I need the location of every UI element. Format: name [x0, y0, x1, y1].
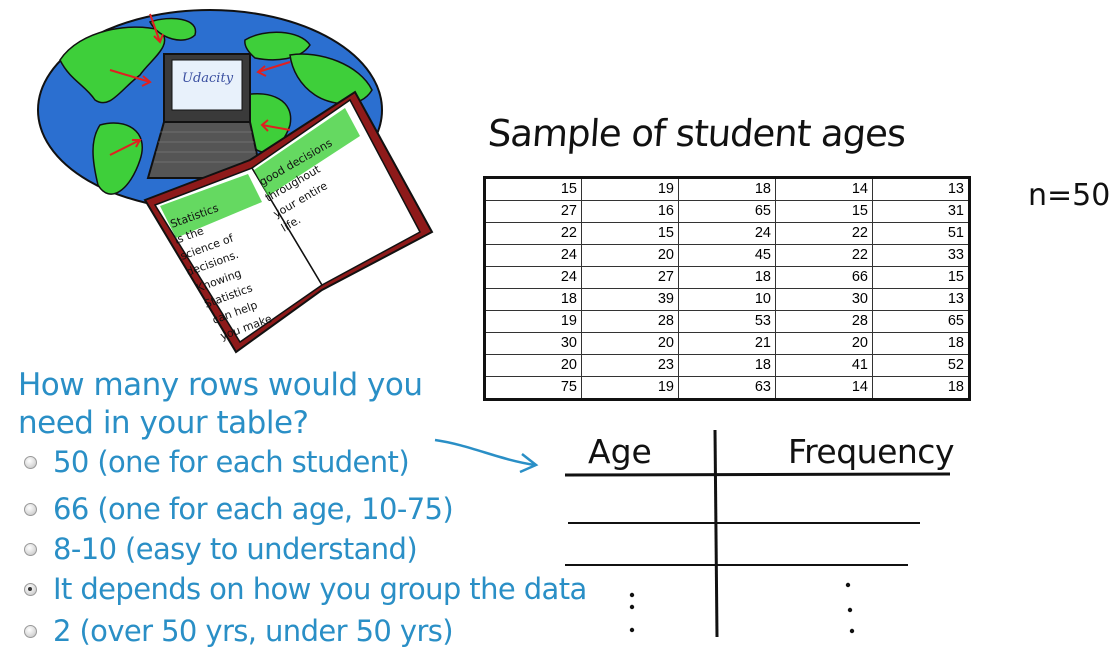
- option-label: It depends on how you group the data: [53, 572, 587, 606]
- table-cell: 22: [484, 222, 582, 245]
- radio-button[interactable]: [24, 502, 37, 516]
- table-cell: 10: [678, 288, 776, 311]
- table-cell: 30: [775, 288, 873, 311]
- table-cell: 53: [678, 310, 776, 333]
- question-line-1: How many rows would you: [18, 367, 423, 403]
- table-row: 19 28 53 28 65: [484, 310, 970, 333]
- table-cell: 45: [678, 244, 776, 267]
- table-row: 27 16 65 15 31: [484, 200, 970, 223]
- table-row: 20 23 18 41 52: [484, 354, 970, 377]
- table-row: 15 19 18 14 13: [484, 177, 970, 201]
- table-row: 24 20 45 22 33: [484, 244, 970, 267]
- radio-button[interactable]: [24, 455, 37, 469]
- table-title: Sample of student ages: [486, 112, 907, 155]
- table-cell: 41: [775, 354, 873, 377]
- table-cell: 27: [581, 266, 679, 289]
- table-row: 18 39 10 30 13: [484, 288, 970, 311]
- radio-button[interactable]: [24, 542, 37, 556]
- option-label: 8-10 (easy to understand): [53, 532, 418, 566]
- option-66-rows[interactable]: 66 (one for each age, 10-75): [24, 492, 454, 526]
- table-cell: 31: [872, 200, 970, 223]
- table-cell: 20: [484, 354, 582, 377]
- option-2-rows[interactable]: 2 (over 50 yrs, under 50 yrs): [24, 614, 454, 648]
- table-cell: 15: [581, 222, 679, 245]
- radio-button[interactable]: [24, 624, 37, 638]
- table-cell: 75: [484, 376, 582, 400]
- table-cell: 19: [484, 310, 582, 333]
- table-cell: 15: [775, 200, 873, 223]
- table-cell: 33: [872, 244, 970, 267]
- table-cell: 13: [872, 177, 970, 201]
- table-cell: 21: [678, 332, 776, 355]
- question-line-2: need in your table?: [18, 405, 309, 441]
- table-cell: 65: [678, 200, 776, 223]
- table-cell: 65: [872, 310, 970, 333]
- table-cell: 39: [581, 288, 679, 311]
- frequency-column-header: Frequency: [788, 432, 954, 471]
- age-column-header: Age: [588, 432, 652, 471]
- question-text: How many rows would you need in your tab…: [18, 366, 423, 442]
- table-cell: 24: [484, 244, 582, 267]
- table-cell: 66: [775, 266, 873, 289]
- table-cell: 15: [872, 266, 970, 289]
- option-label: 2 (over 50 yrs, under 50 yrs): [53, 614, 454, 648]
- table-cell: 14: [775, 177, 873, 201]
- table-cell: 18: [678, 177, 776, 201]
- table-cell: 18: [872, 332, 970, 355]
- continuation-dots: [629, 582, 855, 634]
- table-row: 22 15 24 22 51: [484, 222, 970, 245]
- table-cell: 18: [872, 376, 970, 400]
- table-cell: 15: [484, 177, 582, 201]
- table-cell: 13: [872, 288, 970, 311]
- table-cell: 63: [678, 376, 776, 400]
- pointer-arrow: [434, 438, 539, 474]
- radio-button-selected[interactable]: [24, 582, 37, 596]
- student-ages-table: 15 19 18 14 13 27 16 65 15 31 22 15 24 22 51 24 20 45 22 33…: [483, 176, 971, 401]
- table-cell: 28: [775, 310, 873, 333]
- table-cell: 52: [872, 354, 970, 377]
- table-cell: 14: [775, 376, 873, 400]
- table-cell: 22: [775, 222, 873, 245]
- table-row: 24 27 18 66 15: [484, 266, 970, 289]
- table-cell: 19: [581, 376, 679, 400]
- table-cell: 23: [581, 354, 679, 377]
- table-cell: 51: [872, 222, 970, 245]
- table-cell: 19: [581, 177, 679, 201]
- table-cell: 24: [678, 222, 776, 245]
- sample-size-label: n=50: [1028, 178, 1111, 213]
- option-depends-on-grouping[interactable]: It depends on how you group the data: [24, 572, 587, 606]
- table-cell: 27: [484, 200, 582, 223]
- table-cell: 18: [678, 266, 776, 289]
- table-cell: 18: [678, 354, 776, 377]
- table-cell: 20: [581, 332, 679, 355]
- table-cell: 30: [484, 332, 582, 355]
- option-50-rows[interactable]: 50 (one for each student): [24, 445, 410, 479]
- table-cell: 24: [484, 266, 582, 289]
- globe-laptop-book-illustration: Udacity Statistics is the science of dec…: [37, 9, 434, 354]
- table-cell: 22: [775, 244, 873, 267]
- option-label: 66 (one for each age, 10-75): [53, 492, 454, 526]
- table-row: 75 19 63 14 18: [484, 376, 970, 400]
- option-label: 50 (one for each student): [53, 445, 410, 479]
- table-cell: 18: [484, 288, 582, 311]
- table-cell: 20: [775, 332, 873, 355]
- table-row: 30 20 21 20 18: [484, 332, 970, 355]
- table-cell: 28: [581, 310, 679, 333]
- laptop-label: Udacity: [182, 71, 234, 86]
- option-8-10-rows[interactable]: 8-10 (easy to understand): [24, 532, 418, 566]
- table-cell: 16: [581, 200, 679, 223]
- table-cell: 20: [581, 244, 679, 267]
